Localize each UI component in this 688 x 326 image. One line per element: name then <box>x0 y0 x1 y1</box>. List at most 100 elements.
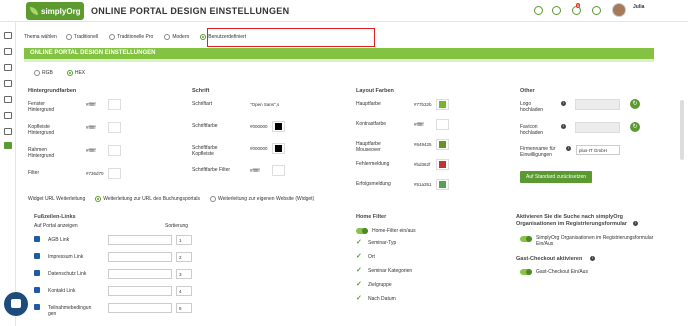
layout-row-label: Hauptfarbe <box>356 101 381 107</box>
home-filter-toggle[interactable] <box>356 228 368 234</box>
info-icon[interactable]: i <box>566 146 571 151</box>
font-color-swatch[interactable] <box>272 121 285 132</box>
theme-option-traditionell[interactable]: Traditionell <box>65 34 98 40</box>
favicon-preview <box>575 122 620 133</box>
footer-link-label: AGB Link <box>48 237 70 243</box>
footer-checkbox[interactable] <box>34 236 40 242</box>
lightbulb-icon[interactable] <box>534 6 543 15</box>
home-filter-item[interactable]: Nach Datum <box>368 296 396 302</box>
chart-icon[interactable] <box>4 96 12 103</box>
footer-sort-input[interactable]: 3 <box>176 269 192 279</box>
bg-row-value[interactable]: #ffffff <box>86 125 96 130</box>
bg-color-swatch[interactable] <box>108 122 121 133</box>
font-row-value[interactable]: #ffffff <box>250 168 260 173</box>
theme-option-traditionelle-pro[interactable]: Traditionelle Pro <box>109 34 153 40</box>
font-row-label: Schriftfarbe Filter <box>192 167 231 173</box>
bg-row-value[interactable]: #736d70 <box>86 171 104 176</box>
colormode-hex[interactable]: HEX <box>66 70 85 76</box>
layout-row-label: Hauptfarbe Mouseover <box>356 141 381 153</box>
favicon-upload-button[interactable]: ↻ <box>630 122 640 132</box>
bg-color-swatch[interactable] <box>108 168 121 179</box>
widget-label: Widget URL Weiterleitung <box>28 196 86 202</box>
help-icon[interactable] <box>592 6 601 15</box>
home-filter-item[interactable]: Seminar Kategorien <box>368 268 412 274</box>
footer-url-input[interactable] <box>108 303 172 313</box>
dashboard-icon[interactable] <box>4 32 12 39</box>
home-filter-item[interactable]: Ort <box>368 254 375 260</box>
radio-icon <box>65 34 72 40</box>
favicon-upload-label: Favicon hochladen <box>520 124 544 136</box>
list-icon[interactable] <box>4 128 12 135</box>
company-label: Firmenname für Einwilligungen <box>520 146 556 158</box>
font-color-swatch[interactable] <box>272 165 285 176</box>
footer-checkbox[interactable] <box>34 253 40 259</box>
guest-checkout-toggle[interactable] <box>520 269 532 275</box>
layout-color-swatch[interactable] <box>436 139 449 150</box>
info-icon[interactable]: i <box>561 101 566 106</box>
font-row-value[interactable]: "Open Sans",s <box>250 102 279 107</box>
font-color-swatch[interactable] <box>272 143 285 154</box>
footer-sort-input[interactable]: 2 <box>176 252 192 262</box>
document-icon[interactable] <box>4 80 12 87</box>
widget-url-row: Widget URL Weiterleitung Weiterleitung z… <box>28 196 320 202</box>
font-row-value[interactable]: #000000 <box>250 146 268 151</box>
brand-logo[interactable]: simplyOrg <box>26 2 84 20</box>
footer-url-input[interactable] <box>108 235 172 245</box>
layout-row-value[interactable]: #bd362f <box>414 162 430 167</box>
theme-option-modern[interactable]: Modern <box>164 34 189 40</box>
settings-icon[interactable] <box>4 142 12 149</box>
checkmark-icon: ✓ <box>356 267 362 274</box>
footer-sort-input[interactable]: 5 <box>176 303 192 313</box>
colormode-rgb[interactable]: RGB <box>34 70 53 76</box>
footer-url-input[interactable] <box>108 252 172 262</box>
layout-color-swatch[interactable] <box>436 179 449 190</box>
footer-url-input[interactable] <box>108 269 172 279</box>
dollar-icon[interactable] <box>552 6 561 15</box>
layout-row-value[interactable]: #51a351 <box>414 182 432 187</box>
info-icon[interactable]: i <box>561 124 566 129</box>
chat-icon[interactable] <box>4 292 28 316</box>
layout-row-value[interactable]: #649425 <box>414 142 432 147</box>
calendar-icon[interactable] <box>4 48 12 55</box>
layout-row-value[interactable]: #77b32b <box>414 102 432 107</box>
avatar[interactable] <box>612 3 626 17</box>
footer-checkbox[interactable] <box>34 287 40 293</box>
bg-row-value[interactable]: #ffffff <box>86 148 96 153</box>
swatch-fill <box>439 181 446 188</box>
user-name[interactable]: Julia <box>633 4 644 10</box>
layout-color-swatch[interactable] <box>436 119 449 130</box>
checkmark-icon: ✓ <box>356 239 362 246</box>
info-icon[interactable]: i <box>633 221 638 226</box>
search-org-toggle[interactable] <box>520 236 532 242</box>
footer-checkbox[interactable] <box>34 304 40 310</box>
bg-row-value[interactable]: #ffffff <box>86 102 96 107</box>
footer-checkbox[interactable] <box>34 270 40 276</box>
footer-sort-input[interactable]: 1 <box>176 235 192 245</box>
radio-icon <box>164 34 171 40</box>
layout-row-value[interactable]: #ffffff <box>414 122 424 127</box>
swatch-fill <box>111 124 118 131</box>
footer-link-label: Teilnahmebedingun gen <box>48 305 92 317</box>
home-filter-item[interactable]: Seminar-Typ <box>368 240 396 246</box>
mail-icon[interactable] <box>4 112 12 119</box>
bg-color-swatch[interactable] <box>108 145 121 156</box>
footer-url-input[interactable] <box>108 286 172 296</box>
widget-option-own-site[interactable]: Weiterleitung zur eigenen Website (Widge… <box>209 196 315 202</box>
layout-color-swatch[interactable] <box>436 159 449 170</box>
font-row-value[interactable]: #000000 <box>250 124 268 129</box>
users-icon[interactable] <box>4 64 12 71</box>
section-header: ONLINE PORTAL DESIGN EINSTELLUNGEN <box>24 48 654 59</box>
footer-sort-input[interactable]: 4 <box>176 286 192 296</box>
company-input[interactable]: plus-IT GmbH <box>576 145 620 155</box>
reset-default-button[interactable]: Auf Standard zurücksetzen <box>520 171 593 183</box>
font-row-label: Schriftfarbe <box>192 123 218 129</box>
footer-link-label: Kontakt Link <box>48 288 76 294</box>
widget-option-label: Weiterleitung zur eigenen Website (Widge… <box>217 196 315 202</box>
info-icon[interactable]: i <box>590 256 595 261</box>
scrollbar[interactable] <box>680 100 684 160</box>
widget-option-portal[interactable]: Weiterleitung zur URL des Buchungsportal… <box>95 196 200 202</box>
bg-color-swatch[interactable] <box>108 99 121 110</box>
logo-upload-button[interactable]: ↻ <box>630 99 640 109</box>
home-filter-item[interactable]: Zielgruppe <box>368 282 392 288</box>
layout-color-swatch[interactable] <box>436 99 449 110</box>
